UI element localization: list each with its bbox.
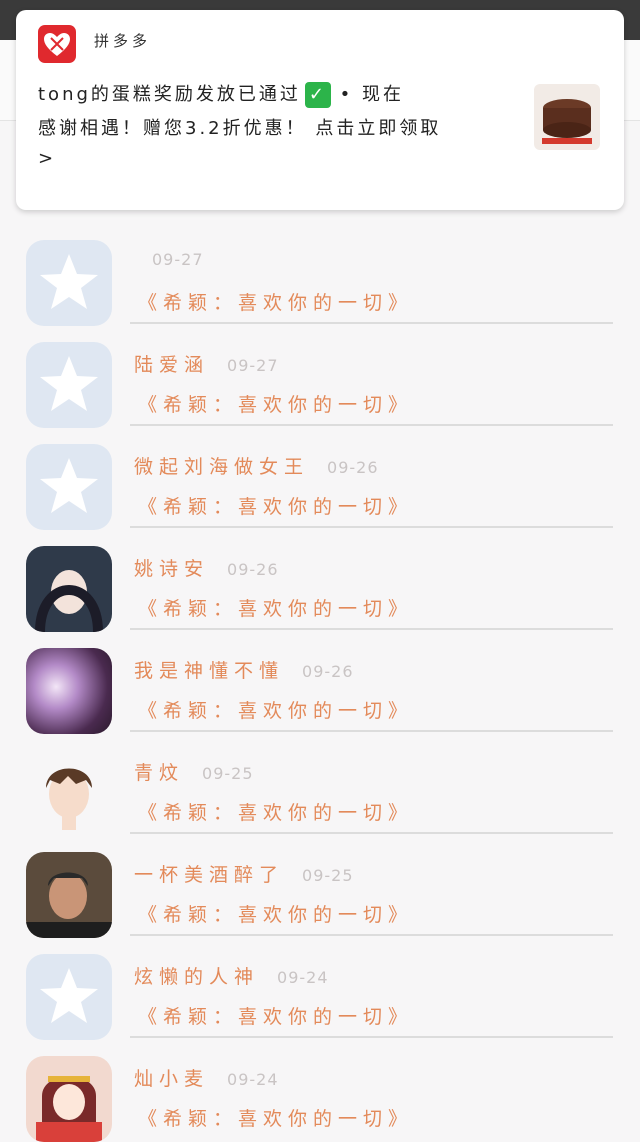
list-item[interactable]: 我是神懂不懂 09-26 《希颖：喜欢你的一切》 [0, 630, 640, 734]
avatar[interactable] [26, 648, 112, 734]
list-item[interactable]: 陆爱涵 09-27 《希颖：喜欢你的一切》 [0, 324, 640, 428]
message-preview: 《希颖：喜欢你的一切》 [138, 700, 414, 722]
message-preview: 《希颖：喜欢你的一切》 [138, 1006, 414, 1028]
notification-body: 感谢相遇！赠您3.2折优惠！ 点击立即领取 [38, 118, 442, 139]
name-line: 姚诗安 09-26 [134, 554, 279, 581]
avatar[interactable] [26, 750, 112, 836]
sender-name: 姚诗安 [134, 558, 210, 580]
notification-more[interactable]: > [38, 148, 53, 169]
list-item[interactable]: 灿小麦 09-24 《希颖：喜欢你的一切》 [0, 1038, 640, 1142]
message-preview: 《希颖：喜欢你的一切》 [138, 1108, 414, 1130]
date: 09-26 [302, 662, 354, 681]
sender-name: 灿小麦 [134, 1068, 210, 1090]
message-preview: 《希颖：喜欢你的一切》 [138, 904, 414, 926]
sender-name: 陆爱涵 [134, 354, 210, 376]
date: 09-25 [302, 866, 354, 885]
name-line: 青炆 09-25 [134, 758, 254, 785]
notification-title: tong的蛋糕奖励发放已通过 ✓ • 现在 [38, 80, 404, 108]
message-preview: 《希颖：喜欢你的一切》 [138, 496, 414, 518]
qq-default-avatar[interactable] [26, 240, 112, 326]
message-preview: 《希颖：喜欢你的一切》 [138, 598, 414, 620]
avatar[interactable] [26, 1056, 112, 1142]
notification-time: • 现在 [339, 84, 404, 105]
avatar[interactable] [26, 546, 112, 632]
date: 09-24 [227, 1070, 279, 1089]
sender-name: 炫懒的人神 [134, 966, 260, 988]
name-line: 灿小麦 09-24 [134, 1064, 279, 1091]
sender-name: 我是神懂不懂 [134, 660, 285, 682]
list-item[interactable]: 一杯美酒醉了 09-25 《希颖：喜欢你的一切》 [0, 834, 640, 938]
list-item[interactable]: 09-27 《希颖：喜欢你的一切》 [0, 210, 640, 326]
check-mark-icon: ✓ [304, 82, 331, 108]
name-line: 09-27 [134, 248, 204, 270]
date: 09-26 [227, 560, 279, 579]
message-preview: 《希颖：喜欢你的一切》 [138, 802, 414, 824]
notification-title-text: tong的蛋糕奖励发放已通过 [38, 84, 301, 105]
cake-thumbnail [534, 84, 600, 150]
date: 09-24 [277, 968, 329, 987]
name-line: 我是神懂不懂 09-26 [134, 656, 354, 683]
pinduoduo-app-icon [38, 25, 76, 63]
message-preview: 《希颖：喜欢你的一切》 [138, 394, 414, 416]
name-line: 陆爱涵 09-27 [134, 350, 279, 377]
list-item[interactable]: 姚诗安 09-26 《希颖：喜欢你的一切》 [0, 528, 640, 632]
name-line: 炫懒的人神 09-24 [134, 962, 329, 989]
qq-default-avatar[interactable] [26, 342, 112, 428]
sender-name: 青炆 [134, 762, 185, 784]
push-notification[interactable]: 拼多多 tong的蛋糕奖励发放已通过 ✓ • 现在 感谢相遇！赠您3.2折优惠！ … [16, 10, 624, 210]
sender-name: 一杯美酒醉了 [134, 864, 285, 886]
date: 09-27 [152, 250, 204, 269]
notification-app-name: 拼多多 [94, 32, 152, 50]
sender-name: 微起刘海做女王 [134, 456, 310, 478]
qq-default-avatar[interactable] [26, 954, 112, 1040]
message-preview: 《希颖：喜欢你的一切》 [138, 292, 414, 314]
date: 09-25 [202, 764, 254, 783]
avatar[interactable] [26, 852, 112, 938]
date: 09-27 [227, 356, 279, 375]
list-item[interactable]: 炫懒的人神 09-24 《希颖：喜欢你的一切》 [0, 936, 640, 1040]
qq-default-avatar[interactable] [26, 444, 112, 530]
name-line: 微起刘海做女王 09-26 [134, 452, 379, 479]
list-item[interactable]: 微起刘海做女王 09-26 《希颖：喜欢你的一切》 [0, 426, 640, 530]
name-line: 一杯美酒醉了 09-25 [134, 860, 354, 887]
list-item[interactable]: 青炆 09-25 《希颖：喜欢你的一切》 [0, 732, 640, 836]
date: 09-26 [327, 458, 379, 477]
